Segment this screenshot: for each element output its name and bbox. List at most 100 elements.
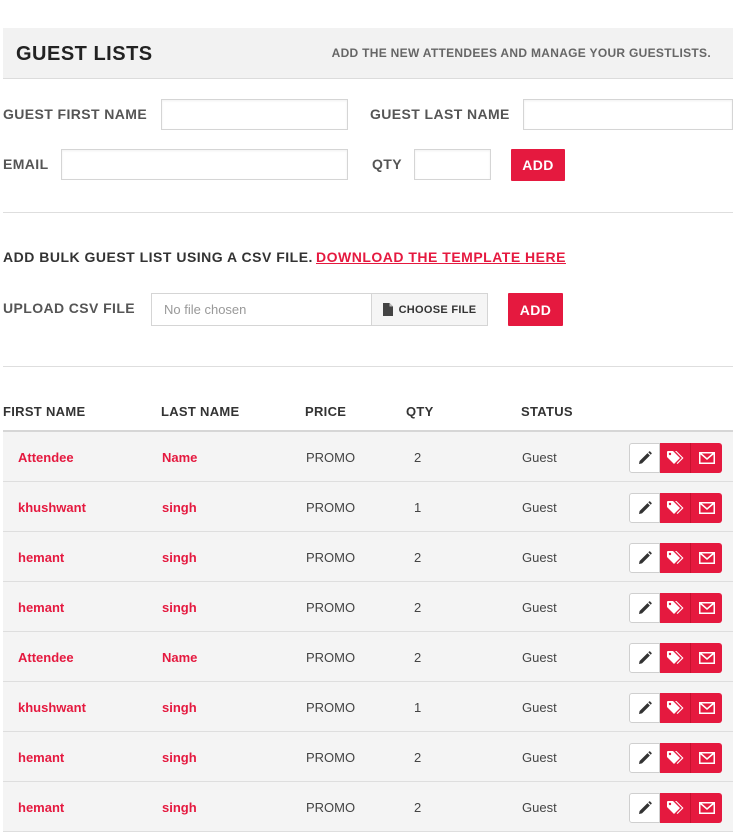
edit-button[interactable] xyxy=(629,443,660,473)
column-header-price: PRICE xyxy=(305,404,347,419)
status-cell: Guest xyxy=(522,550,557,565)
envelope-icon xyxy=(698,502,715,514)
row-actions xyxy=(629,643,722,673)
last-name-cell[interactable]: singh xyxy=(162,500,197,515)
first-name-cell[interactable]: khushwant xyxy=(18,700,86,715)
page-header: GUEST LISTS ADD THE NEW ATTENDEES AND MA… xyxy=(3,28,733,79)
tag-button[interactable] xyxy=(660,543,691,573)
first-name-cell[interactable]: hemant xyxy=(18,800,64,815)
tag-button[interactable] xyxy=(660,493,691,523)
status-cell: Guest xyxy=(522,600,557,615)
last-name-input[interactable] xyxy=(523,99,733,130)
edit-button[interactable] xyxy=(629,693,660,723)
envelope-icon xyxy=(698,552,715,564)
last-name-cell[interactable]: Name xyxy=(162,650,197,665)
column-header-last-name: LAST NAME xyxy=(161,404,240,419)
edit-button[interactable] xyxy=(629,743,660,773)
email-button[interactable] xyxy=(691,743,722,773)
email-button[interactable] xyxy=(691,643,722,673)
email-button[interactable] xyxy=(691,793,722,823)
envelope-icon xyxy=(698,602,715,614)
edit-button[interactable] xyxy=(629,493,660,523)
price-cell: PROMO xyxy=(306,650,356,665)
status-cell: Guest xyxy=(522,750,557,765)
edit-button[interactable] xyxy=(629,593,660,623)
email-button[interactable] xyxy=(691,493,722,523)
tag-button[interactable] xyxy=(660,443,691,473)
pencil-icon xyxy=(638,551,652,564)
status-cell: Guest xyxy=(522,800,557,815)
status-cell: Guest xyxy=(522,700,557,715)
download-template-link[interactable]: DOWNLOAD THE TEMPLATE HERE xyxy=(316,249,566,265)
last-name-cell[interactable]: singh xyxy=(162,800,197,815)
tag-icon xyxy=(666,651,683,664)
first-name-input[interactable] xyxy=(161,99,348,130)
table-row: Attendee Name PROMO 2 Guest xyxy=(3,632,733,682)
envelope-icon xyxy=(698,702,715,714)
envelope-icon xyxy=(698,652,715,664)
bulk-upload-text: ADD BULK GUEST LIST USING A CSV FILE. xyxy=(3,249,313,265)
first-name-cell[interactable]: Attendee xyxy=(18,650,74,665)
add-csv-button[interactable]: ADD xyxy=(508,293,563,326)
divider xyxy=(3,212,733,213)
status-cell: Guest xyxy=(522,450,557,465)
price-cell: PROMO xyxy=(306,750,356,765)
pencil-icon xyxy=(638,751,652,764)
file-placeholder: No file chosen xyxy=(164,302,247,317)
tag-button[interactable] xyxy=(660,643,691,673)
edit-button[interactable] xyxy=(629,543,660,573)
tag-button[interactable] xyxy=(660,593,691,623)
pencil-icon xyxy=(638,451,652,464)
tag-button[interactable] xyxy=(660,743,691,773)
qty-label: QTY xyxy=(372,156,402,172)
table-row: Attendee Name PROMO 2 Guest xyxy=(3,432,733,482)
price-cell: PROMO xyxy=(306,700,356,715)
qty-cell: 2 xyxy=(414,750,422,765)
price-cell: PROMO xyxy=(306,450,356,465)
first-name-cell[interactable]: hemant xyxy=(18,600,64,615)
table-row: khushwant singh PROMO 1 Guest xyxy=(3,682,733,732)
price-cell: PROMO xyxy=(306,500,356,515)
email-button[interactable] xyxy=(691,593,722,623)
tag-icon xyxy=(666,801,683,814)
row-actions xyxy=(629,493,722,523)
price-cell: PROMO xyxy=(306,800,356,815)
pencil-icon xyxy=(638,501,652,514)
edit-button[interactable] xyxy=(629,643,660,673)
tag-button[interactable] xyxy=(660,793,691,823)
last-name-cell[interactable]: singh xyxy=(162,550,197,565)
page-title: GUEST LISTS xyxy=(16,43,153,65)
email-button[interactable] xyxy=(691,693,722,723)
price-cell: PROMO xyxy=(306,550,356,565)
choose-file-button[interactable]: CHOOSE FILE xyxy=(371,294,487,325)
file-icon xyxy=(382,303,393,316)
first-name-cell[interactable]: Attendee xyxy=(18,450,74,465)
table-row: hemant singh PROMO 2 Guest xyxy=(3,732,733,782)
last-name-cell[interactable]: singh xyxy=(162,750,197,765)
csv-file-input[interactable]: No file chosen CHOOSE FILE xyxy=(151,293,488,326)
pencil-icon xyxy=(638,601,652,614)
qty-cell: 1 xyxy=(414,700,422,715)
tag-icon xyxy=(666,701,683,714)
first-name-cell[interactable]: hemant xyxy=(18,750,64,765)
email-label: EMAIL xyxy=(3,156,49,172)
last-name-cell[interactable]: singh xyxy=(162,600,197,615)
row-actions xyxy=(629,693,722,723)
envelope-icon xyxy=(698,752,715,764)
tag-button[interactable] xyxy=(660,693,691,723)
last-name-cell[interactable]: Name xyxy=(162,450,197,465)
email-button[interactable] xyxy=(691,443,722,473)
last-name-cell[interactable]: singh xyxy=(162,700,197,715)
email-input[interactable] xyxy=(61,149,348,180)
first-name-cell[interactable]: hemant xyxy=(18,550,64,565)
qty-input[interactable] xyxy=(414,149,491,180)
edit-button[interactable] xyxy=(629,793,660,823)
column-header-qty: QTY xyxy=(406,404,434,419)
first-name-cell[interactable]: khushwant xyxy=(18,500,86,515)
page-subtitle: ADD THE NEW ATTENDEES AND MANAGE YOUR GU… xyxy=(331,46,711,60)
add-guest-button[interactable]: ADD xyxy=(511,149,565,181)
price-cell: PROMO xyxy=(306,600,356,615)
pencil-icon xyxy=(638,801,652,814)
qty-cell: 1 xyxy=(414,500,422,515)
email-button[interactable] xyxy=(691,543,722,573)
